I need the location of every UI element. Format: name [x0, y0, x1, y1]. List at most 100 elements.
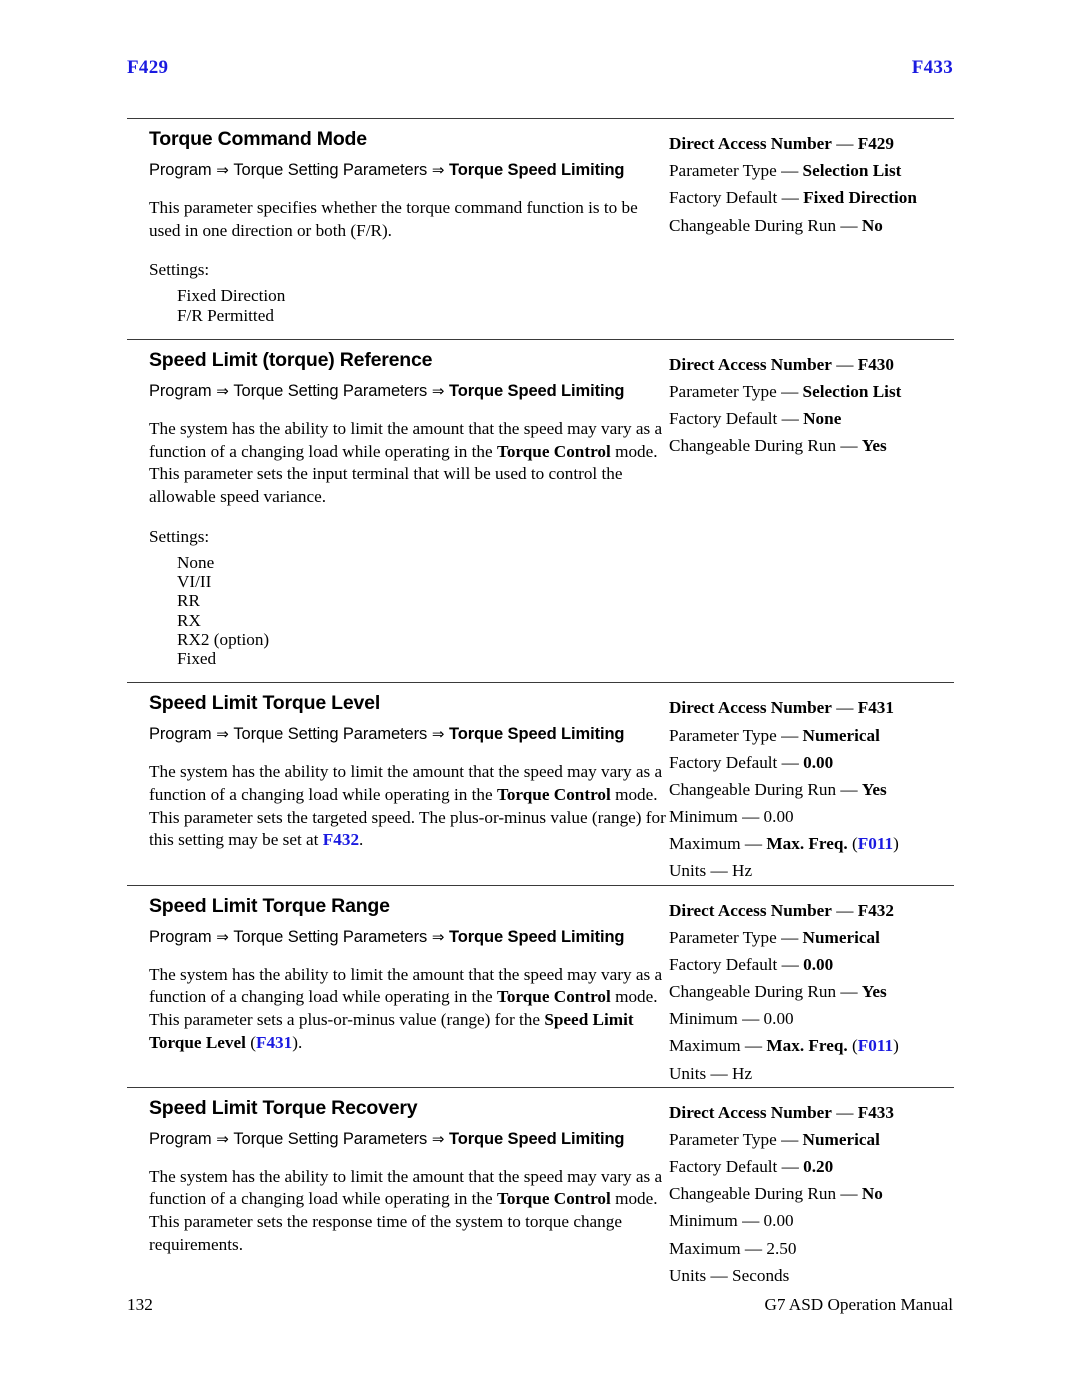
direct-access-number-value: F431 — [857, 698, 894, 718]
em-dash: — — [737, 1211, 764, 1231]
em-dash: — — [836, 215, 862, 235]
em-dash: — — [706, 1063, 733, 1083]
units-value: Hz — [732, 1063, 753, 1083]
parameter-section: Speed Limit Torque Recovery Program ⇒ Tor… — [127, 1086, 954, 1289]
spec-maximum: Maximum — 2.50 — [669, 1235, 954, 1262]
section-left-column: Speed Limit Torque Recovery Program ⇒ Tor… — [127, 1088, 667, 1271]
spec-direct-access-number: Direct Access Number — F433 — [669, 1099, 954, 1126]
breadcrumb-segment-parameters: Torque Setting Parameters — [233, 1129, 428, 1148]
section-body: Speed Limit Torque Recovery Program ⇒ Tor… — [127, 1088, 954, 1289]
section-left-column: Speed Limit (torque) Reference Program ⇒ … — [127, 340, 667, 682]
breadcrumb-segment-program: Program — [149, 161, 212, 179]
description-emphasis: Torque Control — [496, 785, 611, 805]
spec-direct-access-number: Direct Access Number — F431 — [669, 694, 954, 721]
em-dash: — — [831, 134, 858, 153]
parameter-spec-list: Direct Access Number — F432 Parameter Typ… — [669, 897, 954, 1087]
breadcrumb-arrow-icon: ⇒ — [427, 927, 449, 946]
spec-parameter-type: Parameter Type — Numerical — [669, 722, 954, 749]
breadcrumb-segment-parameters: Torque Setting Parameters — [233, 161, 428, 179]
spec-direct-access-number-label: Direct Access Number — [669, 900, 832, 920]
parameter-section: Speed Limit (torque) Reference Program ⇒ … — [127, 338, 954, 682]
page-footer: 132 G7 ASD Operation Manual — [127, 1295, 953, 1315]
spec-direct-access-number-label: Direct Access Number — [669, 1102, 832, 1122]
direct-access-number-value: F433 — [857, 1102, 894, 1122]
spec-factory-default-label: Factory Default — [669, 1157, 778, 1177]
spec-minimum-label: Minimum — [669, 1211, 738, 1231]
spec-minimum-label: Minimum — [669, 1009, 738, 1029]
footer-manual-title: G7 ASD Operation Manual — [764, 1295, 953, 1314]
parameter-cross-reference[interactable]: F432 — [323, 830, 359, 849]
description-text: This parameter specifies whether the tor… — [149, 198, 638, 240]
breadcrumb-arrow-icon: ⇒ — [427, 1129, 449, 1148]
spec-minimum-label: Minimum — [669, 807, 738, 827]
parameter-spec-list: Direct Access Number — F430 Parameter Typ… — [669, 351, 954, 460]
parameter-spec-list: Direct Access Number — F433 Parameter Typ… — [669, 1099, 954, 1289]
spec-changeable-during-run-label: Changeable During Run — [669, 436, 837, 456]
em-dash: — — [836, 779, 862, 799]
parameter-description: The system has the ability to limit the … — [149, 761, 667, 852]
spec-maximum-label: Maximum — [669, 834, 741, 854]
em-dash: — — [740, 1238, 767, 1258]
spec-minimum: Minimum — 0.00 — [669, 1207, 954, 1234]
breadcrumb-segment-current: Torque Speed Limiting — [448, 927, 625, 946]
breadcrumb-segment-program: Program — [149, 927, 212, 946]
breadcrumb-segment-parameters: Torque Setting Parameters — [233, 725, 428, 744]
document-page: F429 F433 Torque Command Mode Program ⇒ T… — [0, 0, 1080, 1397]
breadcrumb-segment-current: Torque Speed Limiting — [448, 725, 625, 744]
description-emphasis: Torque Control — [496, 987, 611, 1007]
em-dash: — — [831, 354, 858, 374]
breadcrumb-segment-program: Program — [149, 725, 212, 744]
spec-units: Units — Hz — [669, 857, 954, 884]
maximum-cross-reference[interactable]: F011 — [858, 1036, 893, 1055]
spec-changeable-during-run: Changeable During Run — Yes — [669, 432, 954, 459]
em-dash: — — [740, 1036, 767, 1056]
minimum-value: 0.00 — [763, 807, 794, 827]
parameter-title: Torque Command Mode — [149, 128, 367, 150]
em-dash: — — [776, 382, 803, 402]
spec-maximum: Maximum — Max. Freq. (F011) — [669, 1032, 954, 1059]
factory-default-value: 0.20 — [803, 1157, 834, 1177]
em-dash: — — [776, 161, 803, 181]
running-head-left: F429 — [127, 57, 169, 78]
units-value: Seconds — [732, 1265, 790, 1285]
parameter-cross-reference[interactable]: F431 — [256, 1033, 292, 1052]
breadcrumb-segment-program: Program — [149, 1129, 212, 1148]
settings-label: Settings: — [149, 526, 210, 546]
parameter-description: The system has the ability to limit the … — [149, 1166, 667, 1257]
description-emphasis: Torque Control — [496, 1189, 611, 1209]
spec-parameter-type-label: Parameter Type — [669, 927, 777, 947]
parameter-type-value: Selection List — [802, 161, 902, 181]
spec-direct-access-number-label: Direct Access Number — [669, 698, 832, 718]
spec-parameter-type: Parameter Type — Selection List — [669, 378, 954, 405]
section-right-column: Direct Access Number — F433 Parameter Typ… — [667, 1088, 954, 1289]
parameter-type-value: Numerical — [802, 725, 880, 745]
breadcrumb-segment-parameters: Torque Setting Parameters — [233, 381, 428, 400]
settings-option-item: None — [177, 552, 215, 572]
maximum-cross-reference[interactable]: F011 — [858, 834, 893, 853]
settings-option-list: None VI/II RR RX RX2 (option) Fixed — [149, 553, 667, 669]
description-text: . — [359, 830, 364, 850]
spec-factory-default-label: Factory Default — [669, 954, 778, 974]
parameter-description: This parameter specifies whether the tor… — [149, 197, 667, 242]
settings-option-item: F/R Permitted — [177, 305, 274, 325]
spec-factory-default-label: Factory Default — [669, 752, 778, 772]
spec-maximum-label: Maximum — [669, 1238, 741, 1258]
settings-option-list: Fixed Direction F/R Permitted — [149, 286, 667, 325]
section-body: Speed Limit (torque) Reference Program ⇒ … — [127, 340, 954, 682]
spec-changeable-during-run-label: Changeable During Run — [669, 215, 837, 235]
breadcrumb-arrow-icon: ⇒ — [427, 381, 449, 400]
section-right-column: Direct Access Number — F431 Parameter Typ… — [667, 683, 954, 884]
spec-factory-default-label: Factory Default — [669, 409, 778, 429]
breadcrumb-arrow-icon: ⇒ — [211, 1129, 234, 1148]
settings-option-item: Fixed Direction — [177, 286, 286, 306]
spec-direct-access-number: Direct Access Number — F432 — [669, 897, 954, 924]
maximum-paren-close: ) — [893, 1036, 899, 1056]
parameter-description: The system has the ability to limit the … — [149, 418, 667, 509]
em-dash: — — [777, 1157, 804, 1177]
parameter-title: Speed Limit (torque) Reference — [149, 348, 433, 371]
parameter-sections: Torque Command Mode Program ⇒ Torque Sett… — [127, 118, 954, 1289]
spec-changeable-during-run-label: Changeable During Run — [669, 779, 837, 799]
